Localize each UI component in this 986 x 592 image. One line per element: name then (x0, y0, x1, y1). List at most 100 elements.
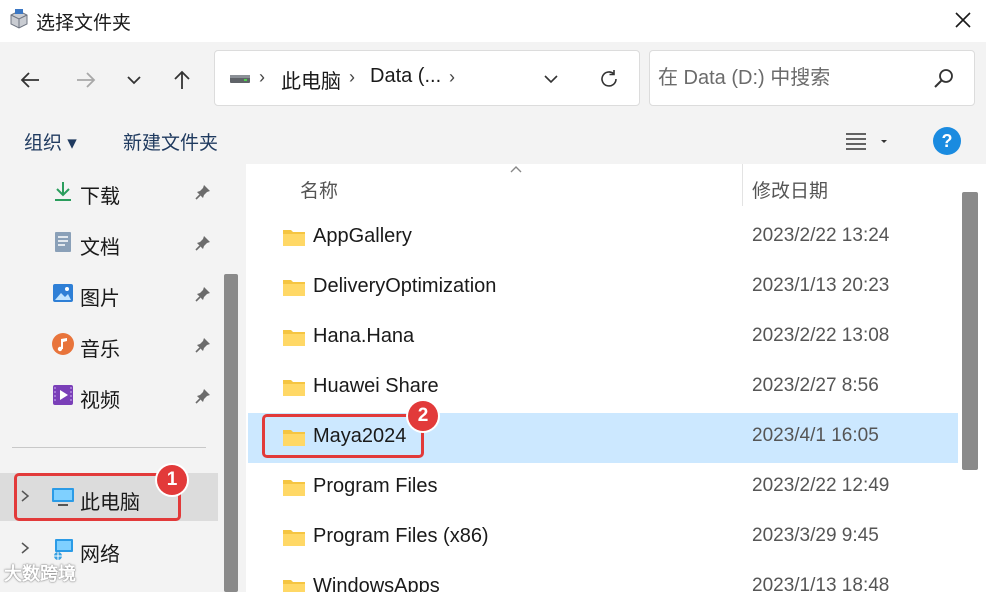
command-bar: 组织 ▾ 新建文件夹 ? (0, 116, 986, 164)
search-icon[interactable] (932, 67, 956, 91)
file-list-pane: 名称 修改日期 AppGallery 2023/2/22 13:24 Deliv… (248, 164, 986, 592)
file-name: WindowsApps (313, 575, 440, 592)
pin-icon (195, 287, 210, 302)
sidebar-item-label: 音乐 (80, 339, 120, 361)
folder-icon (283, 230, 305, 246)
breadcrumb-separator: › (259, 67, 265, 87)
file-name: Hana.Hana (313, 325, 415, 347)
sidebar-item-videos[interactable]: 视频 (0, 371, 218, 419)
chevron-right-icon[interactable] (18, 540, 32, 556)
column-header-name[interactable]: 名称 (300, 176, 338, 203)
chevron-down-icon (544, 75, 558, 84)
folder-icon (283, 580, 305, 592)
file-date: 2023/1/13 18:48 (752, 575, 890, 592)
sidebar-item-label: 下载 (80, 186, 120, 208)
breadcrumb-this-pc[interactable]: 此电脑 (281, 65, 341, 94)
back-button[interactable] (14, 64, 46, 96)
pin-icon (195, 389, 210, 404)
address-dropdown-button[interactable] (535, 63, 567, 95)
arrow-right-icon (77, 72, 96, 88)
breadcrumb-separator: › (449, 67, 455, 87)
music-icon (52, 333, 74, 355)
document-icon (55, 232, 71, 252)
video-icon (53, 385, 73, 405)
sidebar-scrollbar[interactable] (224, 274, 238, 592)
window-title: 选择文件夹 (36, 13, 132, 34)
sidebar-item-label: 网络 (80, 544, 120, 566)
forward-button[interactable] (70, 64, 102, 96)
refresh-icon (601, 70, 617, 87)
file-row[interactable]: WindowsApps 2023/1/13 18:48 (248, 563, 958, 592)
file-date: 2023/2/22 12:49 (752, 475, 890, 496)
address-bar[interactable]: › 此电脑 › Data (... › (214, 50, 640, 106)
list-view-icon (846, 133, 887, 150)
column-separator[interactable] (742, 164, 743, 206)
column-header-date-modified[interactable]: 修改日期 (752, 176, 828, 203)
organize-button[interactable]: 组织 ▾ (24, 128, 77, 155)
annotation-highlight-this-pc (14, 473, 181, 521)
sort-ascending-icon (510, 166, 522, 173)
view-options-button[interactable] (840, 126, 896, 154)
drive-icon (230, 75, 250, 83)
help-button[interactable]: ? (933, 127, 961, 155)
breadcrumb-data-drive[interactable]: Data (... (370, 65, 441, 88)
pin-icon (195, 185, 210, 200)
file-name: DeliveryOptimization (313, 275, 497, 297)
download-icon (55, 182, 71, 201)
file-date: 2023/3/29 9:45 (752, 525, 879, 546)
close-button[interactable] (940, 0, 986, 40)
refresh-button[interactable] (593, 63, 625, 95)
annotation-step-1-badge: 1 (157, 465, 187, 495)
search-input[interactable] (658, 63, 928, 93)
sidebar-item-pictures[interactable]: 图片 (0, 269, 218, 317)
annotation-step-2-badge: 2 (408, 401, 438, 431)
title-bar: 选择文件夹 (0, 0, 986, 42)
file-row[interactable]: AppGallery 2023/2/22 13:24 (248, 213, 958, 263)
file-name: Program Files (x86) (313, 525, 489, 547)
file-row[interactable]: DeliveryOptimization 2023/1/13 20:23 (248, 263, 958, 313)
sidebar-divider (12, 447, 206, 448)
up-button[interactable] (166, 64, 198, 96)
arrow-up-icon (174, 70, 190, 89)
navigation-bar: › 此电脑 › Data (... › (0, 42, 986, 116)
folder-icon (283, 330, 305, 346)
file-row[interactable]: Huawei Share 2023/2/27 8:56 (248, 363, 958, 413)
picture-icon (53, 284, 73, 302)
network-icon (54, 539, 73, 560)
breadcrumb-separator: › (349, 67, 355, 87)
file-name: AppGallery (313, 225, 412, 247)
sidebar-item-downloads[interactable]: 下载 (0, 167, 218, 215)
file-date: 2023/1/13 20:23 (752, 275, 890, 296)
file-date: 2023/2/27 8:56 (752, 375, 879, 396)
arrow-left-icon (20, 72, 39, 88)
sidebar-item-documents[interactable]: 文档 (0, 218, 218, 266)
file-row[interactable]: Program Files 2023/2/22 12:49 (248, 463, 958, 513)
file-row[interactable]: Program Files (x86) 2023/3/29 9:45 (248, 513, 958, 563)
folder-icon (283, 530, 305, 546)
file-name: Program Files (313, 475, 438, 497)
folder-icon (283, 380, 305, 396)
file-list-scrollbar[interactable] (962, 192, 978, 470)
watermark: 大数跨境 (4, 564, 76, 584)
sidebar-item-label: 文档 (80, 237, 120, 259)
file-name: Huawei Share (313, 375, 439, 397)
sidebar-item-label: 视频 (80, 390, 120, 412)
new-folder-button[interactable]: 新建文件夹 (123, 128, 218, 155)
navigation-pane: 下载 文档 图片 音乐 视频 此电脑 网络 (0, 164, 246, 592)
sidebar-item-music[interactable]: 音乐 (0, 320, 218, 368)
folder-picker-icon (10, 9, 28, 29)
annotation-highlight-maya2024 (262, 414, 424, 458)
chevron-down-icon (127, 76, 141, 85)
file-row[interactable]: Hana.Hana 2023/2/22 13:08 (248, 313, 958, 363)
folder-icon (283, 280, 305, 296)
file-date: 2023/4/1 16:05 (752, 425, 879, 446)
file-date: 2023/2/22 13:24 (752, 225, 890, 246)
folder-icon (283, 480, 305, 496)
recent-locations-button[interactable] (118, 64, 150, 96)
close-icon (955, 12, 971, 28)
search-box[interactable] (649, 50, 975, 106)
pin-icon (195, 236, 210, 251)
sidebar-item-label: 图片 (80, 288, 120, 310)
file-date: 2023/2/22 13:08 (752, 325, 890, 346)
pin-icon (195, 338, 210, 353)
